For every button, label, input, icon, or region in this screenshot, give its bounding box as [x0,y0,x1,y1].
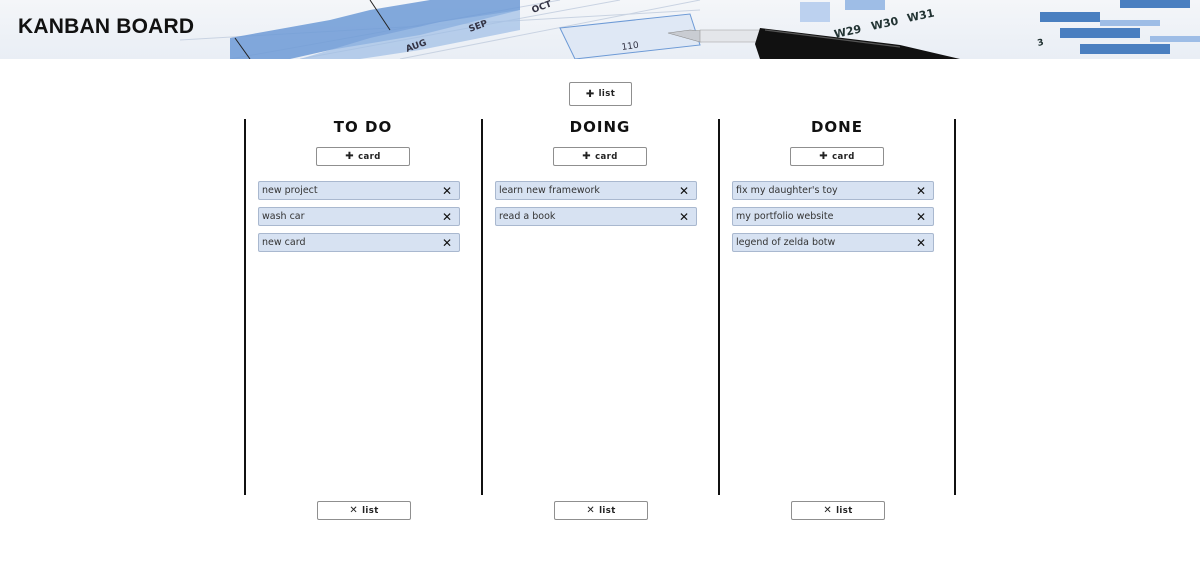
add-card-label: card [832,151,855,162]
column-divider [718,119,720,495]
close-icon[interactable]: ✕ [442,183,452,200]
card[interactable]: new card ✕ [258,233,460,252]
card[interactable]: my portfolio website ✕ [732,207,934,226]
svg-text:W29: W29 [833,23,863,41]
add-card-label: card [595,151,618,162]
card-text: new project [262,185,318,196]
plus-icon: ✚ [819,151,829,162]
list-title-doing: DOING [569,118,631,136]
card-text: legend of zelda botw [736,237,836,248]
card-text: wash car [262,211,305,222]
card-text: my portfolio website [736,211,834,222]
card-text: fix my daughter's toy [736,185,838,196]
close-icon: ✕ [349,505,359,516]
svg-text:W31: W31 [906,7,936,25]
svg-text:3: 3 [1037,38,1045,49]
card-text: learn new framework [499,185,600,196]
card-text: read a book [499,211,556,222]
card[interactable]: fix my daughter's toy ✕ [732,181,934,200]
column-divider [244,119,246,495]
svg-text:W30: W30 [870,14,900,32]
plus-icon: ✚ [585,88,595,100]
card[interactable]: new project ✕ [258,181,460,200]
close-icon[interactable]: ✕ [916,209,926,226]
svg-text:OCT: OCT [531,0,554,16]
column-divider [481,119,483,495]
close-icon[interactable]: ✕ [916,235,926,252]
remove-list-label: list [362,505,379,516]
close-icon[interactable]: ✕ [442,235,452,252]
remove-list-button[interactable]: ✕ list [791,501,885,520]
close-icon[interactable]: ✕ [679,183,689,200]
list-title-done: DONE [810,118,863,136]
list-title-todo: TO DO [333,118,393,136]
close-icon: ✕ [586,505,596,516]
add-list-button[interactable]: ✚ list [569,82,632,106]
close-icon[interactable]: ✕ [442,209,452,226]
column-divider [954,119,956,495]
page-title: KANBAN BOARD [18,15,195,38]
add-card-button[interactable]: ✚ card [553,147,647,166]
plus-icon: ✚ [582,151,592,162]
add-card-button[interactable]: ✚ card [790,147,884,166]
add-card-button[interactable]: ✚ card [316,147,410,166]
card[interactable]: wash car ✕ [258,207,460,226]
add-list-label: list [598,89,616,99]
card[interactable]: learn new framework ✕ [495,181,697,200]
plus-icon: ✚ [345,151,355,162]
close-icon[interactable]: ✕ [679,209,689,226]
add-card-label: card [358,151,381,162]
remove-list-button[interactable]: ✕ list [554,501,648,520]
close-icon: ✕ [823,505,833,516]
card-text: new card [262,237,306,248]
remove-list-label: list [599,505,616,516]
card[interactable]: legend of zelda botw ✕ [732,233,934,252]
card[interactable]: read a book ✕ [495,207,697,226]
remove-list-button[interactable]: ✕ list [317,501,411,520]
header-banner: 110 AUG SEP OCT W29 W30 W31 3 KANBAN BOA… [0,0,1200,59]
close-icon[interactable]: ✕ [916,183,926,200]
remove-list-label: list [836,505,853,516]
